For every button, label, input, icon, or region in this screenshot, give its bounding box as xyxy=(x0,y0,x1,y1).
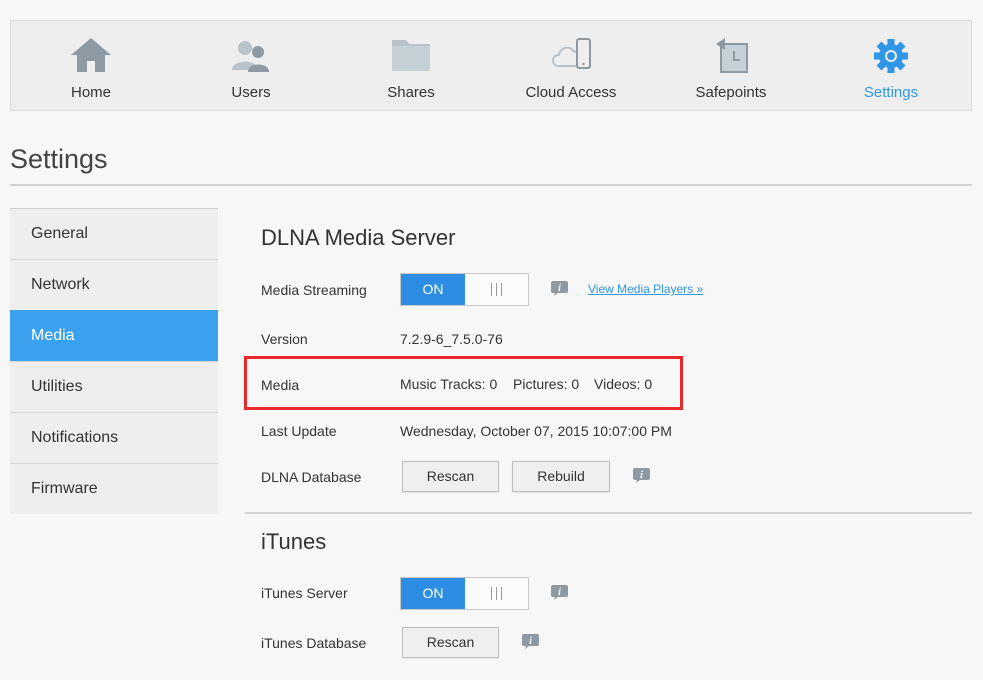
nav-shares[interactable]: Shares xyxy=(331,21,491,110)
nav-cloud-access-label: Cloud Access xyxy=(525,84,617,101)
last-update-label: Last Update xyxy=(261,423,337,439)
media-streaming-toggle[interactable]: ON xyxy=(400,273,529,306)
itunes-server-toggle-on: ON xyxy=(401,578,465,609)
last-update-value: Wednesday, October 07, 2015 10:07:00 PM xyxy=(400,423,672,439)
itunes-section-title: iTunes xyxy=(261,529,327,554)
nav-cloud-access[interactable]: Cloud Access xyxy=(491,21,651,110)
svg-text:i: i xyxy=(558,283,561,294)
svg-text:i: i xyxy=(529,636,532,647)
info-icon[interactable]: i xyxy=(550,280,569,297)
version-value: 7.2.9-6_7.5.0-76 xyxy=(400,331,503,347)
nav-users[interactable]: Users xyxy=(171,21,331,110)
sidebar-item-general[interactable]: General xyxy=(10,208,218,259)
home-icon xyxy=(71,38,111,72)
nav-home[interactable]: Home xyxy=(11,21,171,110)
toggle-grip-icon xyxy=(465,274,528,305)
itunes-server-label: iTunes Server xyxy=(261,585,348,601)
dlna-rebuild-button[interactable]: Rebuild xyxy=(512,461,610,492)
dlna-database-label: DLNA Database xyxy=(261,469,362,485)
media-streaming-toggle-on: ON xyxy=(401,274,465,305)
title-divider xyxy=(10,184,972,186)
nav-settings[interactable]: Settings xyxy=(811,21,971,110)
itunes-rescan-button[interactable]: Rescan xyxy=(402,627,499,658)
nav-shares-label: Shares xyxy=(387,84,435,101)
sidebar-item-network[interactable]: Network xyxy=(10,259,218,310)
section-divider xyxy=(245,512,972,514)
svg-text:i: i xyxy=(558,587,561,598)
info-icon[interactable]: i xyxy=(550,584,569,601)
nav-home-label: Home xyxy=(70,84,111,101)
users-icon xyxy=(232,41,269,72)
sidebar-item-firmware[interactable]: Firmware xyxy=(10,463,218,514)
itunes-database-label: iTunes Database xyxy=(261,635,367,651)
top-navigation: Home Users Shares Cloud Access Safepoint… xyxy=(10,20,972,111)
dlna-rescan-button[interactable]: Rescan xyxy=(402,461,499,492)
svg-text:i: i xyxy=(640,470,643,481)
view-media-players-link[interactable]: View Media Players » xyxy=(588,282,703,296)
media-streaming-label: Media Streaming xyxy=(261,282,367,298)
sidebar-item-media[interactable]: Media xyxy=(10,310,218,361)
nav-users-label: Users xyxy=(231,84,271,101)
info-icon[interactable]: i xyxy=(632,467,651,484)
version-label: Version xyxy=(261,331,308,347)
info-icon[interactable]: i xyxy=(521,633,540,650)
nav-safepoints[interactable]: Safepoints xyxy=(651,21,811,110)
toggle-grip-icon xyxy=(465,578,528,609)
gear-icon xyxy=(874,39,908,73)
sidebar-item-utilities[interactable]: Utilities xyxy=(10,361,218,412)
nav-settings-label: Settings xyxy=(863,84,919,101)
nav-safepoints-label: Safepoints xyxy=(695,84,767,101)
dlna-section-title: DLNA Media Server xyxy=(261,225,456,250)
folder-icon xyxy=(392,40,430,71)
settings-sidebar: General Network Media Utilities Notifica… xyxy=(10,208,218,514)
media-highlight-box xyxy=(244,356,683,410)
cloud-device-icon xyxy=(552,38,591,69)
itunes-server-toggle[interactable]: ON xyxy=(400,577,529,610)
safepoint-icon xyxy=(716,38,748,73)
sidebar-item-notifications[interactable]: Notifications xyxy=(10,412,218,463)
page-title: Settings xyxy=(10,144,108,174)
